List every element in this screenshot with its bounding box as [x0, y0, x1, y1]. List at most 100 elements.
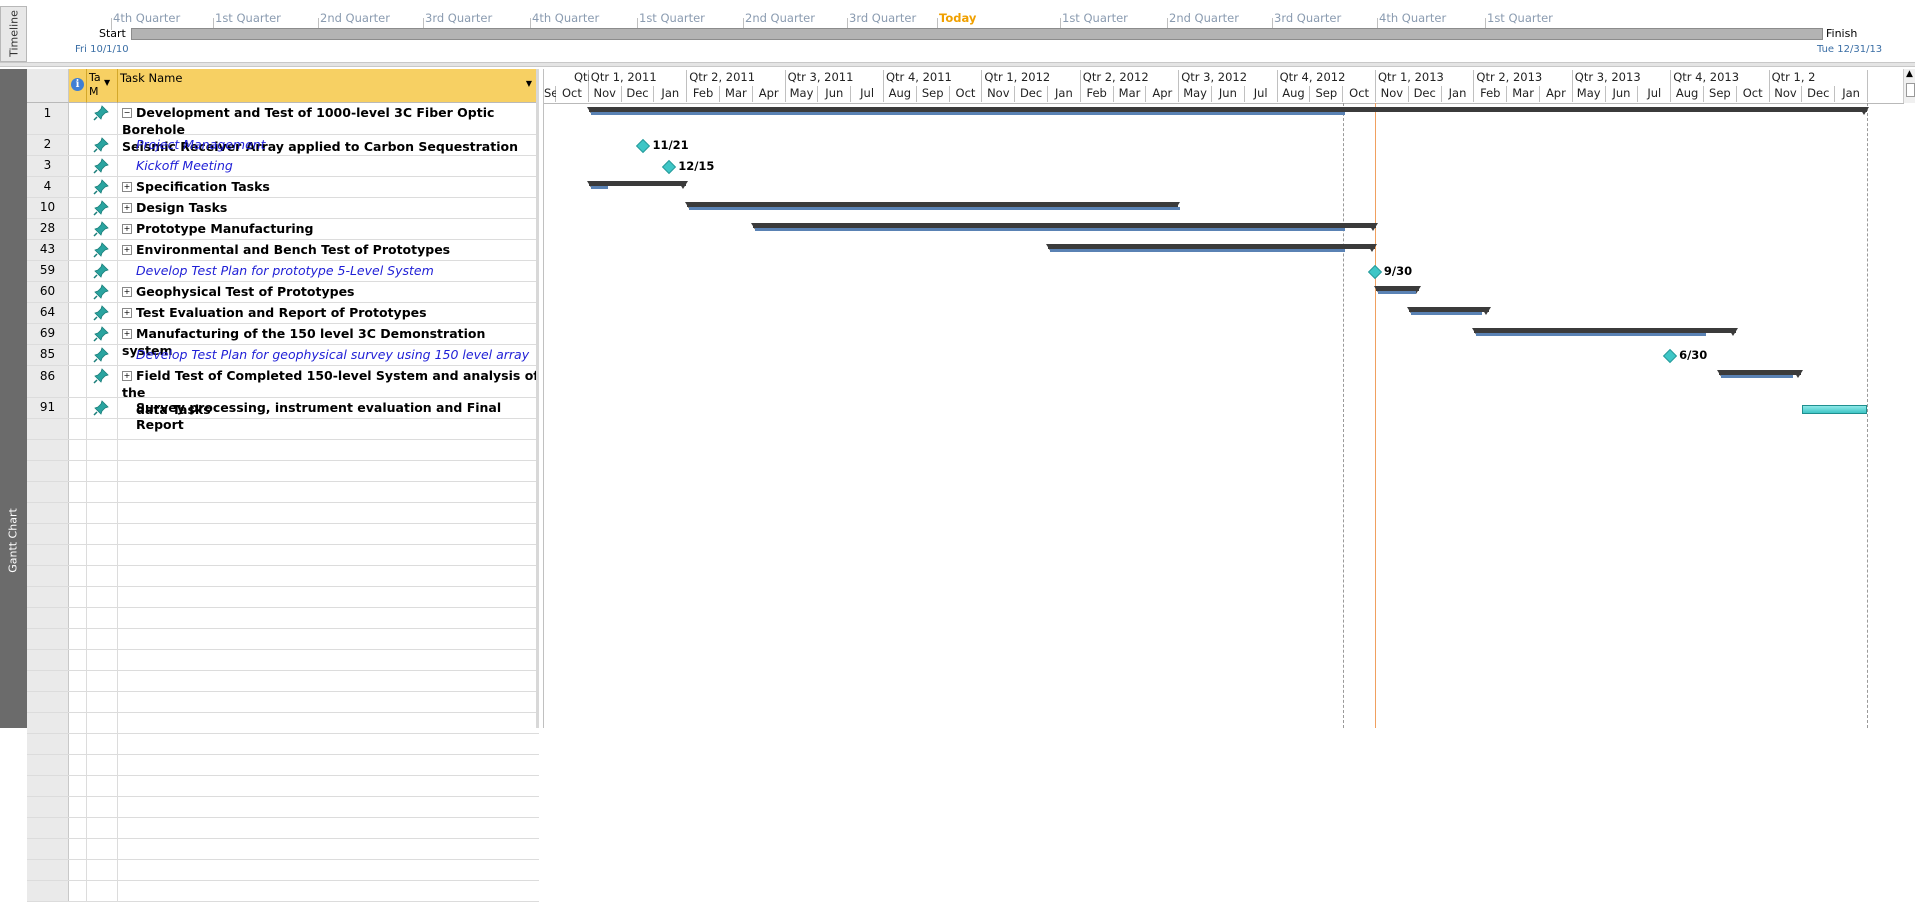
task-mode-cell[interactable] [87, 156, 118, 176]
table-row[interactable]: 86 + Field Test of Completed 150-level Sy… [27, 366, 539, 417]
empty-table-row[interactable] [27, 524, 539, 545]
expand-icon[interactable]: + [122, 203, 132, 213]
expand-icon[interactable]: + [122, 245, 132, 255]
milestone-diamond[interactable] [1663, 348, 1678, 364]
task-mode-cell [87, 524, 118, 544]
empty-table-row[interactable] [27, 881, 539, 902]
task-name-cell[interactable]: + Design Tasks [118, 198, 539, 218]
scroll-up-icon[interactable]: ▲ [1906, 69, 1913, 79]
task-mode-cell[interactable] [87, 324, 118, 344]
empty-table-row[interactable] [27, 566, 539, 587]
timeline-view[interactable]: 4th Quarter 1st Quarter 2nd Quarter 3rd Qua… [27, 6, 1915, 60]
empty-table-row[interactable] [27, 482, 539, 503]
timescale-month: Sep [1704, 86, 1737, 102]
empty-table-row[interactable] [27, 461, 539, 482]
timescale-month: Aug [1671, 86, 1704, 102]
task-mode-cell[interactable] [87, 240, 118, 260]
chevron-down-icon[interactable]: ▼ [526, 79, 532, 88]
table-row[interactable]: 10 + Design Tasks [27, 198, 539, 219]
table-row[interactable]: 69 + Manufacturing of the 150 level 3C De… [27, 324, 539, 358]
empty-table-row[interactable] [27, 587, 539, 608]
empty-table-row[interactable] [27, 650, 539, 671]
task-name-cell[interactable]: Survey processing, instrument evaluation… [118, 398, 539, 432]
table-row[interactable]: 85 Develop Test Plan for geophysical sur… [27, 345, 539, 366]
task-name-cell[interactable]: Kickoff Meeting [118, 156, 539, 176]
empty-table-row[interactable] [27, 608, 539, 629]
task-name-cell[interactable]: + Prototype Manufacturing [118, 219, 539, 239]
table-row[interactable]: 1 − Development and Test of 1000-level 3C… [27, 103, 539, 154]
task-name-cell[interactable]: Develop Test Plan for geophysical survey… [118, 345, 539, 365]
header-task-name[interactable]: Task Name ▼ [118, 69, 539, 103]
task-mode-cell[interactable] [87, 303, 118, 323]
gantt-chart[interactable]: Sep Oct Nov Dec Jan Feb Mar Apr May Jun Jul Aug Sep O… [543, 69, 1915, 728]
task-name-cell[interactable]: + Test Evaluation and Report of Prototype… [118, 303, 539, 323]
task-mode-cell[interactable] [87, 219, 118, 239]
empty-table-row[interactable] [27, 419, 539, 440]
header-task-mode[interactable]: Ta M ▼ [87, 69, 118, 103]
task-name-cell[interactable]: + Field Test of Completed 150-level Syste… [118, 366, 539, 417]
task-table[interactable]: i Ta M ▼ Task Name ▼ 1 − Development and … [27, 69, 539, 902]
empty-table-row[interactable] [27, 797, 539, 818]
empty-table-row[interactable] [27, 755, 539, 776]
empty-table-row[interactable] [27, 440, 539, 461]
task-mode-cell[interactable] [87, 366, 118, 397]
table-row[interactable]: 64 + Test Evaluation and Report of Protot… [27, 303, 539, 324]
expand-icon[interactable]: + [122, 329, 132, 339]
task-bar[interactable] [1802, 405, 1867, 414]
task-name-cell[interactable]: Project Management [118, 135, 539, 155]
table-row[interactable]: 28 + Prototype Manufacturing [27, 219, 539, 240]
task-mode-cell[interactable] [87, 177, 118, 197]
table-row[interactable]: 2 Project Management [27, 135, 539, 156]
task-name-cell[interactable]: + Specification Tasks [118, 177, 539, 197]
empty-table-row[interactable] [27, 776, 539, 797]
timescale-quarter: Qtr 3, 2013 [1572, 70, 1672, 86]
empty-table-row[interactable] [27, 503, 539, 524]
table-row[interactable]: 60 + Geophysical Test of Prototypes [27, 282, 539, 303]
table-row[interactable]: 43 + Environmental and Bench Test of Prot… [27, 240, 539, 261]
empty-table-row[interactable] [27, 692, 539, 713]
task-name-cell[interactable]: + Manufacturing of the 150 level 3C Demon… [118, 324, 539, 358]
task-mode-cell[interactable] [87, 398, 118, 418]
table-row[interactable]: 4 + Specification Tasks [27, 177, 539, 198]
timescale-quarter: Qtr 4, 2012 [1277, 70, 1376, 86]
task-mode-cell[interactable] [87, 103, 118, 134]
expand-icon[interactable]: + [122, 308, 132, 318]
timescale-month: Jan [654, 86, 688, 102]
expand-icon[interactable]: + [122, 224, 132, 234]
milestone-diamond[interactable] [1367, 264, 1382, 280]
timescale-month: Jan [1441, 86, 1475, 102]
indicator-cell [69, 881, 87, 901]
expand-icon[interactable]: + [122, 287, 132, 297]
task-mode-cell[interactable] [87, 282, 118, 302]
timeline-bar[interactable] [131, 28, 1823, 40]
milestone-diamond[interactable] [636, 138, 651, 154]
empty-table-row[interactable] [27, 545, 539, 566]
empty-table-row[interactable] [27, 818, 539, 839]
empty-table-row[interactable] [27, 839, 539, 860]
empty-table-row[interactable] [27, 713, 539, 734]
task-mode-cell[interactable] [87, 345, 118, 365]
collapse-icon[interactable]: − [122, 108, 132, 118]
empty-table-row[interactable] [27, 629, 539, 650]
expand-icon[interactable]: + [122, 371, 132, 381]
task-name-cell[interactable]: − Development and Test of 1000-level 3C F… [118, 103, 539, 154]
task-name-cell[interactable]: + Environmental and Bench Test of Prototy… [118, 240, 539, 260]
empty-table-row[interactable] [27, 734, 539, 755]
task-mode-cell[interactable] [87, 198, 118, 218]
table-row[interactable]: 91 Survey processing, instrument evaluat… [27, 398, 539, 432]
empty-table-row[interactable] [27, 860, 539, 881]
task-name-cell[interactable]: Develop Test Plan for prototype 5-Level … [118, 261, 539, 281]
task-mode-cell[interactable] [87, 261, 118, 281]
vertical-scrollbar[interactable]: ▲ [1903, 69, 1915, 103]
expand-icon[interactable]: + [122, 182, 132, 192]
task-mode-cell[interactable] [87, 135, 118, 155]
header-id-corner[interactable] [27, 69, 69, 103]
milestone-diamond[interactable] [662, 159, 677, 175]
header-indicator[interactable]: i [69, 69, 87, 103]
table-row[interactable]: 3 Kickoff Meeting [27, 156, 539, 177]
row-id: 4 [27, 177, 69, 197]
table-row[interactable]: 59 Develop Test Plan for prototype 5-Lev… [27, 261, 539, 282]
task-name-cell[interactable]: + Geophysical Test of Prototypes [118, 282, 539, 302]
scroll-thumb[interactable] [1906, 83, 1915, 97]
empty-table-row[interactable] [27, 671, 539, 692]
